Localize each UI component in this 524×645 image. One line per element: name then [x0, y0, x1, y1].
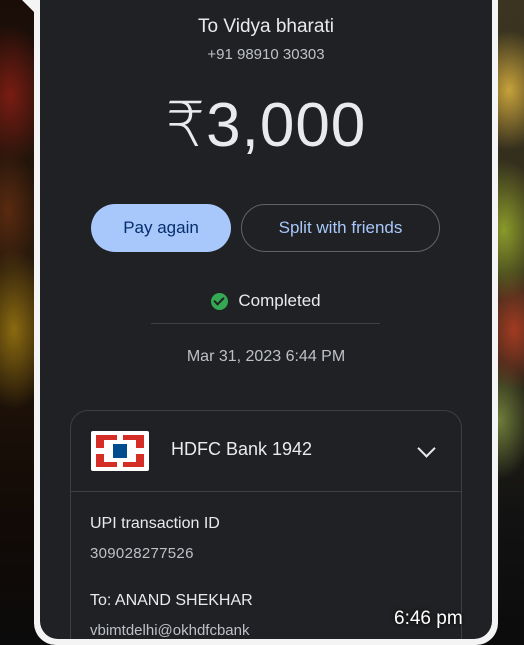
chevron-down-icon[interactable] — [417, 439, 436, 458]
check-circle-icon — [211, 292, 229, 310]
bank-account-row[interactable]: HDFC Bank 1942 — [71, 411, 461, 491]
recipient-name: To Vidya bharati — [198, 16, 334, 37]
status-text: Completed — [238, 291, 321, 310]
hdfc-logo-icon — [91, 431, 149, 471]
split-with-friends-button[interactable]: Split with friends — [241, 204, 440, 252]
card-divider — [71, 491, 461, 492]
bank-account-name: HDFC Bank 1942 — [171, 439, 313, 459]
pay-again-button[interactable]: Pay again — [91, 204, 231, 252]
upi-transaction-id: 309028277526 — [90, 545, 194, 562]
payment-screenshot: To Vidya bharati +91 98910 30303 ₹3,000 … — [40, 0, 492, 639]
message-timestamp: 6:46 pm — [394, 608, 463, 629]
payment-datetime: Mar 31, 2023 6:44 PM — [186, 348, 346, 365]
payee-upi-address: vbimtdelhi@okhdfcbank — [90, 622, 250, 639]
recipient-phone: +91 98910 30303 — [207, 46, 325, 63]
payee-name: To: ANAND SHEKHAR — [90, 592, 253, 609]
upi-transaction-label: UPI transaction ID — [90, 515, 220, 532]
payment-status: Completed — [40, 291, 492, 311]
transaction-details-card: HDFC Bank 1942 UPI transaction ID 309028… — [70, 410, 462, 639]
payment-amount: ₹3,000 — [165, 91, 367, 160]
divider — [151, 323, 380, 324]
